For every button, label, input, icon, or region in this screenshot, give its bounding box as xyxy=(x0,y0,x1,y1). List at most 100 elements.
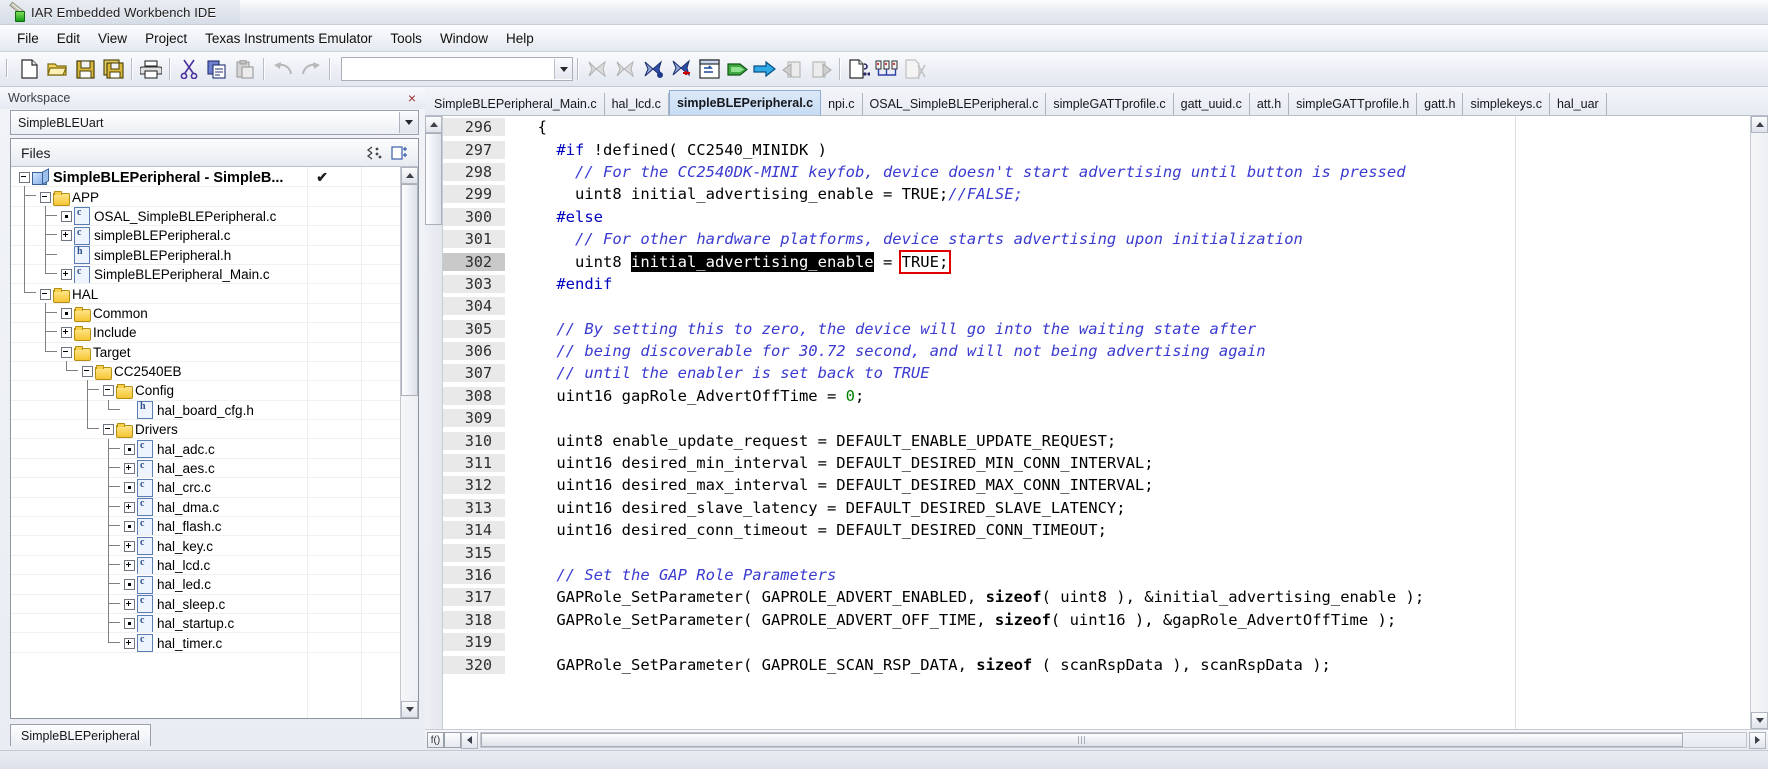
toggle-pane-icon[interactable] xyxy=(444,732,461,748)
scroll-down-button[interactable] xyxy=(401,701,418,718)
editor-tab-gatt-uuid-c[interactable]: gatt_uuid.c xyxy=(1174,93,1250,115)
code-line[interactable]: 300 #else xyxy=(443,206,1750,228)
copy-icon[interactable] xyxy=(203,55,231,83)
expand-icon[interactable] xyxy=(61,269,72,280)
bookmark-next-icon[interactable] xyxy=(611,55,639,83)
breakpoint-toggle-icon[interactable] xyxy=(667,55,695,83)
tree-item[interactable]: Drivers xyxy=(11,420,400,439)
save-all-icon[interactable] xyxy=(99,55,127,83)
expand-icon[interactable] xyxy=(124,463,135,474)
collapse-icon[interactable] xyxy=(61,347,72,358)
scroll-up-button[interactable] xyxy=(401,167,418,184)
menu-tools[interactable]: Tools xyxy=(381,29,431,48)
breakpoint-icon[interactable] xyxy=(639,55,667,83)
code-line[interactable]: 312 uint16 desired_max_interval = DEFAUL… xyxy=(443,474,1750,496)
code-line[interactable]: 311 uint16 desired_min_interval = DEFAUL… xyxy=(443,452,1750,474)
close-icon[interactable]: × xyxy=(405,91,419,105)
editor-tab-npi-c[interactable]: npi.c xyxy=(821,93,862,115)
bookmark-toggle-icon[interactable] xyxy=(583,55,611,83)
variables-icon[interactable] xyxy=(873,55,901,83)
editor-horizontal-scrollbar[interactable]: f() xyxy=(425,729,1768,750)
code-line[interactable]: 299 uint8 initial_advertising_enable = T… xyxy=(443,183,1750,205)
expand-icon[interactable] xyxy=(124,638,135,649)
leaf-toggle-icon[interactable] xyxy=(124,579,135,590)
editor-tab-simplebleperipheral-main-c[interactable]: SimpleBLEPeripheral_Main.c xyxy=(427,93,605,115)
editor-scroll-down-button[interactable] xyxy=(1751,712,1768,729)
rail-scroll-up-button[interactable] xyxy=(425,116,442,133)
tree-item[interactable]: simpleBLEPeripheral.h xyxy=(11,246,400,265)
menu-help[interactable]: Help xyxy=(497,29,543,48)
make-icon[interactable] xyxy=(723,55,751,83)
hscroll-left-button[interactable] xyxy=(461,732,478,749)
tree-item[interactable]: APP xyxy=(11,187,400,206)
tree-item[interactable]: hal_aes.c xyxy=(11,459,400,478)
rail-scroll-thumb[interactable] xyxy=(425,133,442,225)
new-group-icon[interactable] xyxy=(391,145,408,161)
collapse-icon[interactable] xyxy=(40,192,51,203)
code-line[interactable]: 297 #if !defined( CC2540_MINIDK ) xyxy=(443,138,1750,160)
editor-tab-hal-uar[interactable]: hal_uar xyxy=(1550,93,1607,115)
tree-item[interactable]: hal_lcd.c xyxy=(11,556,400,575)
leaf-toggle-icon[interactable] xyxy=(124,444,135,455)
code-line[interactable]: 305 // By setting this to zero, the devi… xyxy=(443,318,1750,340)
scroll-thumb[interactable] xyxy=(401,184,418,396)
menu-view[interactable]: View xyxy=(89,29,136,48)
code-area[interactable]: 296 {297 #if !defined( CC2540_MINIDK ) 29… xyxy=(443,116,1750,729)
menu-project[interactable]: Project xyxy=(136,29,196,48)
editor-tab-hal-lcd-c[interactable]: hal_lcd.c xyxy=(605,93,669,115)
save-icon[interactable] xyxy=(71,55,99,83)
expand-icon[interactable] xyxy=(61,327,72,338)
disable-breakpoints-icon[interactable] xyxy=(901,55,929,83)
code-line[interactable]: 320 GAPRole_SetParameter( GAPROLE_SCAN_R… xyxy=(443,653,1750,675)
debug-go-icon[interactable] xyxy=(751,55,779,83)
leaf-toggle-icon[interactable] xyxy=(61,211,72,222)
code-line[interactable]: 315 xyxy=(443,541,1750,563)
hscroll-right-button[interactable] xyxy=(1749,732,1766,749)
tree-item[interactable]: Target xyxy=(11,343,400,362)
editor-tab-osal-simplebleperipheral-c[interactable]: OSAL_SimpleBLEPeripheral.c xyxy=(863,93,1047,115)
workspace-config-combo[interactable]: SimpleBLEUart xyxy=(10,110,419,135)
code-line[interactable]: 308 uint16 gapRole_AdvertOffTime = 0; xyxy=(443,385,1750,407)
menu-edit[interactable]: Edit xyxy=(48,29,89,48)
find-in-files-icon[interactable] xyxy=(845,55,873,83)
editor-tab-simplebleperipheral-c[interactable]: simpleBLEPeripheral.c xyxy=(669,90,821,115)
code-line[interactable]: 301 // For other hardware platforms, dev… xyxy=(443,228,1750,250)
tree-item[interactable]: hal_adc.c xyxy=(11,439,400,458)
paste-icon[interactable] xyxy=(231,55,259,83)
expand-icon[interactable] xyxy=(124,502,135,513)
workspace-tab-simplebleperipheral[interactable]: SimpleBLEPeripheral xyxy=(10,724,151,746)
expand-all-icon[interactable] xyxy=(366,145,383,161)
tree-item[interactable]: Common xyxy=(11,304,400,323)
code-line[interactable]: 310 uint8 enable_update_request = DEFAUL… xyxy=(443,429,1750,451)
redo-icon[interactable] xyxy=(297,55,325,83)
tree-item[interactable]: hal_led.c xyxy=(11,575,400,594)
tree-item[interactable]: HAL xyxy=(11,284,400,303)
hscroll-track[interactable] xyxy=(480,732,1747,748)
tree-item[interactable]: OSAL_SimpleBLEPeripheral.c xyxy=(11,207,400,226)
code-lines[interactable]: 296 {297 #if !defined( CC2540_MINIDK ) 29… xyxy=(443,116,1750,729)
code-line[interactable]: 314 uint16 desired_conn_timeout = DEFAUL… xyxy=(443,519,1750,541)
editor-vertical-scrollbar[interactable] xyxy=(1750,116,1768,729)
compile-icon[interactable] xyxy=(695,55,723,83)
code-line[interactable]: 309 xyxy=(443,407,1750,429)
collapse-icon[interactable] xyxy=(103,424,114,435)
expand-icon[interactable] xyxy=(124,560,135,571)
navigate-back-icon[interactable] xyxy=(779,55,807,83)
code-line[interactable]: 296 { xyxy=(443,116,1750,138)
code-line[interactable]: 306 // being discoverable for 30.72 seco… xyxy=(443,340,1750,362)
cut-icon[interactable] xyxy=(175,55,203,83)
open-folder-icon[interactable] xyxy=(43,55,71,83)
tree-item[interactable]: hal_sleep.c xyxy=(11,595,400,614)
tree-vertical-scrollbar[interactable] xyxy=(400,167,418,718)
collapse-icon[interactable] xyxy=(82,366,93,377)
code-line[interactable]: 317 GAPRole_SetParameter( GAPROLE_ADVERT… xyxy=(443,586,1750,608)
navigate-forward-icon[interactable] xyxy=(807,55,835,83)
tree-item[interactable]: hal_flash.c xyxy=(11,517,400,536)
code-line[interactable]: 302 uint8 initial_advertising_enable = T… xyxy=(443,250,1750,272)
leaf-toggle-icon[interactable] xyxy=(61,308,72,319)
tree-item[interactable]: Include xyxy=(11,323,400,342)
tree-item[interactable]: Config xyxy=(11,381,400,400)
hscroll-thumb[interactable] xyxy=(481,733,1683,747)
collapse-icon[interactable] xyxy=(40,289,51,300)
code-line[interactable]: 319 xyxy=(443,631,1750,653)
